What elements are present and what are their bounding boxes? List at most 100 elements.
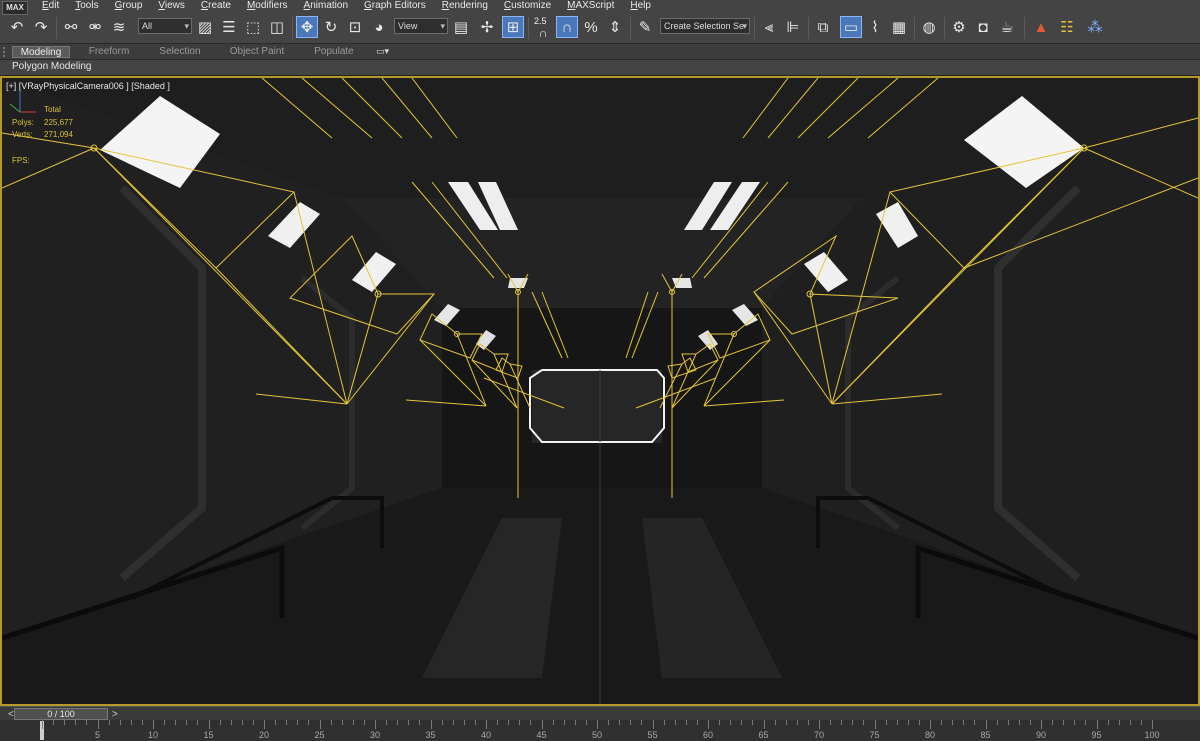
- track-tick: [341, 720, 343, 725]
- track-tick-label: 65: [758, 730, 769, 740]
- vray-light-lister-icon[interactable]: ▲: [1030, 16, 1052, 38]
- track-tick: [963, 720, 965, 725]
- track-tick: [119, 720, 121, 725]
- redo-icon[interactable]: ↷: [30, 16, 52, 38]
- menu-customize[interactable]: Customize: [496, 0, 559, 12]
- track-tick: [774, 720, 776, 725]
- track-tick: [841, 720, 843, 725]
- time-slider-thumb[interactable]: 0 / 100: [14, 708, 108, 720]
- track-tick: [619, 720, 621, 725]
- material-editor-icon[interactable]: ◍: [918, 16, 940, 38]
- spinner-snap-icon[interactable]: ⇕: [604, 16, 626, 38]
- menu-tools[interactable]: Tools: [67, 0, 106, 12]
- select-and-move-icon[interactable]: ✥: [296, 16, 318, 38]
- menu-rendering[interactable]: Rendering: [434, 0, 496, 12]
- menu-animation[interactable]: Animation: [296, 0, 356, 12]
- stats-verts-label: Verts:: [12, 130, 33, 139]
- toggle-ribbon-icon[interactable]: ▭: [840, 16, 862, 38]
- mirror-icon[interactable]: ⫷: [758, 16, 780, 38]
- select-by-name-icon[interactable]: ☰: [218, 16, 240, 38]
- camera-viewport[interactable]: [+] [VRayPhysicalCamera006 ] [Shaded ] T…: [0, 76, 1200, 706]
- select-and-scale-icon[interactable]: ⊡: [344, 16, 366, 38]
- track-tick-label: 5: [94, 730, 101, 740]
- track-tick: [930, 720, 931, 729]
- ribbon-options-button[interactable]: ▭▾: [376, 46, 389, 57]
- track-tick: [541, 720, 543, 729]
- track-tick: [164, 720, 166, 725]
- toolbar-separator: [944, 17, 945, 39]
- align-icon[interactable]: ⊫: [782, 16, 804, 38]
- toolbar-separator: [1024, 17, 1025, 39]
- edit-named-selection-sets-icon[interactable]: ✎: [634, 16, 656, 38]
- track-tick: [474, 720, 476, 725]
- track-tick: [408, 720, 410, 725]
- ribbon-grip[interactable]: [3, 47, 7, 57]
- track-tick: [463, 720, 465, 725]
- snaps-toggle-icon[interactable]: ∩: [532, 22, 554, 44]
- window-crossing-icon[interactable]: ◫: [266, 16, 288, 38]
- unlink-icon[interactable]: ⚮: [84, 16, 106, 38]
- use-pivot-center-icon[interactable]: ▤: [450, 16, 472, 38]
- ribbon-panel-label[interactable]: Polygon Modeling: [12, 61, 92, 72]
- track-tick: [830, 720, 832, 725]
- track-tick: [597, 720, 598, 729]
- menu-views[interactable]: Views: [150, 0, 193, 12]
- tab-populate[interactable]: Populate: [304, 46, 364, 58]
- percent-snap-icon[interactable]: %: [580, 16, 602, 38]
- time-slider-next[interactable]: >: [112, 709, 118, 720]
- tab-object-paint[interactable]: Object Paint: [222, 46, 292, 58]
- axis-tripod: [9, 90, 36, 113]
- track-tick: [452, 720, 454, 725]
- select-object-icon[interactable]: ▨: [194, 16, 216, 38]
- undo-icon[interactable]: ↶: [6, 16, 28, 38]
- select-and-place-icon[interactable]: ◕: [368, 16, 390, 38]
- menu-help[interactable]: Help: [622, 0, 659, 12]
- track-tick-label: 45: [536, 730, 547, 740]
- track-tick-label: 60: [702, 730, 714, 740]
- menu-edit[interactable]: Edit: [34, 0, 67, 12]
- selection-filter-dropdown[interactable]: All: [138, 18, 192, 34]
- link-icon[interactable]: ⚯: [60, 16, 82, 38]
- vray-frame-buffer-icon[interactable]: ☷: [1056, 16, 1078, 38]
- select-and-rotate-icon[interactable]: ↻: [320, 16, 342, 38]
- rendered-frame-window-icon[interactable]: ◘: [972, 16, 994, 38]
- tab-selection[interactable]: Selection: [150, 46, 210, 58]
- time-slider[interactable]: < 0 / 100 >: [0, 706, 1200, 720]
- track-tick: [141, 720, 143, 725]
- select-and-manipulate-icon[interactable]: ✢: [476, 16, 498, 38]
- toolbar-separator: [292, 17, 293, 39]
- track-tick: [530, 720, 532, 725]
- track-tick: [86, 720, 88, 725]
- track-tick: [75, 720, 77, 725]
- layer-explorer-icon[interactable]: ⧉: [812, 16, 834, 38]
- rectangular-region-icon[interactable]: ⬚: [242, 16, 264, 38]
- track-tick: [996, 720, 998, 725]
- toolbar-separator: [630, 17, 631, 39]
- menu-maxscript[interactable]: MAXScript: [559, 0, 622, 12]
- time-slider-prev[interactable]: <: [8, 709, 14, 720]
- named-selection-dropdown[interactable]: Create Selection Se: [660, 18, 750, 34]
- reference-coordinate-dropdown[interactable]: View: [394, 18, 448, 34]
- render-production-icon[interactable]: ☕: [996, 16, 1018, 38]
- track-tick: [397, 720, 399, 725]
- menu-group[interactable]: Group: [107, 0, 151, 12]
- menu-create[interactable]: Create: [193, 0, 239, 12]
- track-tick: [275, 720, 277, 725]
- tab-modeling[interactable]: Modeling: [12, 46, 70, 58]
- menu-modifiers[interactable]: Modifiers: [239, 0, 296, 12]
- menu-graph-editors[interactable]: Graph Editors: [356, 0, 434, 12]
- track-tick: [652, 720, 654, 729]
- track-tick-label: 100: [1144, 730, 1160, 740]
- bind-spacewarp-icon[interactable]: ≋: [108, 16, 130, 38]
- schematic-view-icon[interactable]: ▦: [888, 16, 910, 38]
- tab-freeform[interactable]: Freeform: [80, 46, 138, 58]
- render-setup-icon[interactable]: ⚙: [948, 16, 970, 38]
- vray-scene-icon[interactable]: ⁂: [1084, 16, 1106, 38]
- track-bar[interactable]: 5 10 15 20 25 30 35 40 45 50 55 60 65 70 75 80 85 90 95 100: [0, 720, 1200, 741]
- angle-snap-icon[interactable]: ∩: [556, 16, 578, 38]
- curve-editor-icon[interactable]: ⌇: [864, 16, 886, 38]
- keyboard-shortcut-override-icon[interactable]: ⊞: [502, 16, 524, 38]
- track-tick: [796, 720, 798, 725]
- track-tick: [1129, 720, 1131, 725]
- track-tick: [1085, 720, 1087, 725]
